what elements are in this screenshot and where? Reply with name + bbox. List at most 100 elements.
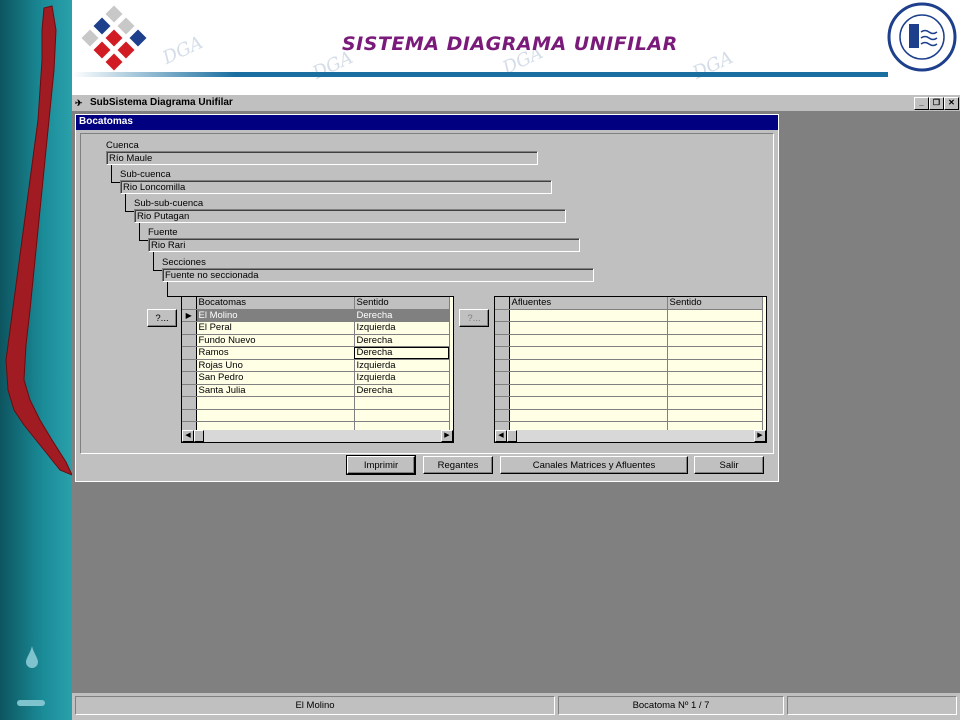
sub-cuenca-field[interactable]: Rio Loncomilla [120, 180, 552, 194]
afluentes-grid[interactable]: Afluentes Sentido ◀ ▶ [494, 296, 767, 443]
row-selector[interactable] [495, 371, 510, 385]
restore-button[interactable]: ❐ [929, 97, 944, 110]
scroll-right-icon[interactable]: ▶ [441, 430, 453, 442]
afluentes-table-row[interactable] [495, 346, 763, 360]
row-selector[interactable] [182, 384, 197, 397]
lookup-afluentes-button[interactable]: ?... [459, 309, 489, 327]
afluentes-cell[interactable] [509, 309, 668, 322]
row-selector[interactable] [182, 334, 197, 347]
bocatomas-hscrollbar[interactable]: ◀ ▶ [182, 430, 453, 442]
bocatomas-table-row[interactable] [182, 409, 450, 422]
lookup-bocatomas-button[interactable]: ?... [147, 309, 177, 327]
afluentes-table-row[interactable] [495, 409, 763, 422]
scroll-left-icon[interactable]: ◀ [182, 430, 194, 442]
bocatomas-table-row[interactable]: El Peral Izquierda [182, 321, 450, 335]
bocatomas-cell[interactable] [354, 409, 450, 422]
bocatomas-table-row[interactable] [182, 396, 450, 410]
bocatomas-cell[interactable]: El Peral [196, 321, 355, 335]
imprimir-button[interactable]: Imprimir [346, 455, 416, 475]
afluentes-cell[interactable] [667, 396, 763, 410]
bocatomas-table-row[interactable]: Fundo Nuevo Derecha [182, 334, 450, 347]
bocatomas-cell[interactable]: Derecha [354, 346, 450, 360]
row-selector[interactable] [182, 346, 197, 360]
scroll-thumb[interactable] [194, 430, 204, 442]
minimize-button[interactable]: _ [914, 97, 929, 110]
afluentes-cell[interactable] [509, 371, 668, 385]
secciones-field[interactable]: Fuente no seccionada [162, 268, 594, 282]
bocatomas-table-row[interactable]: Santa Julia Derecha [182, 384, 450, 397]
afluentes-cell[interactable] [509, 384, 668, 397]
row-selector[interactable] [182, 396, 197, 410]
row-selector[interactable] [182, 359, 197, 372]
current-row-indicator-icon[interactable]: ▶ [182, 309, 197, 322]
bocatomas-grid[interactable]: Bocatomas Sentido ▶ El Molino Derecha El Pera… [181, 296, 454, 443]
afluentes-cell[interactable] [509, 346, 668, 360]
bocatomas-table-row[interactable]: Rojas Uno Izquierda [182, 359, 450, 372]
afluentes-cell[interactable] [667, 321, 763, 335]
row-selector[interactable] [182, 371, 197, 385]
afluentes-cell[interactable] [667, 346, 763, 360]
afluentes-table-row[interactable] [495, 384, 763, 397]
bocatomas-cell[interactable] [196, 409, 355, 422]
afluentes-column-header[interactable]: Afluentes [509, 297, 668, 310]
bocatomas-table-row[interactable]: ▶ El Molino Derecha [182, 309, 450, 322]
bocatomas-cell[interactable]: Derecha [354, 309, 450, 322]
scroll-left-icon[interactable]: ◀ [495, 430, 507, 442]
row-selector[interactable] [495, 359, 510, 372]
afluentes-cell[interactable] [509, 334, 668, 347]
sub-sub-cuenca-field[interactable]: Rio Putagan [134, 209, 566, 223]
row-selector[interactable] [495, 321, 510, 335]
row-selector[interactable] [495, 396, 510, 410]
bocatomas-cell[interactable]: Izquierda [354, 371, 450, 385]
row-selector[interactable] [495, 334, 510, 347]
bocatomas-cell[interactable]: Ramos [196, 346, 355, 360]
afluentes-cell[interactable] [509, 321, 668, 335]
afluentes-hscrollbar[interactable]: ◀ ▶ [495, 430, 766, 442]
salir-button[interactable]: Salir [694, 456, 764, 474]
afluentes-cell[interactable] [509, 396, 668, 410]
row-selector[interactable] [182, 321, 197, 335]
afluentes-table-row[interactable] [495, 371, 763, 385]
cuenca-field[interactable]: Río Maule [106, 151, 538, 165]
close-button[interactable]: ✕ [944, 97, 959, 110]
regantes-button[interactable]: Regantes [423, 456, 493, 474]
scroll-right-icon[interactable]: ▶ [754, 430, 766, 442]
afluentes-cell[interactable] [509, 409, 668, 422]
bocatomas-table-row[interactable]: Ramos Derecha [182, 346, 450, 360]
afluentes-cell[interactable] [667, 309, 763, 322]
scroll-thumb[interactable] [507, 430, 517, 442]
bocatomas-cell[interactable] [354, 396, 450, 410]
afluentes-table-row[interactable] [495, 321, 763, 335]
afluentes-cell[interactable] [667, 371, 763, 385]
afluentes-table-row[interactable] [495, 359, 763, 372]
afluentes-cell[interactable] [667, 384, 763, 397]
bocatomas-column-header[interactable]: Sentido [354, 297, 450, 310]
afluentes-column-header[interactable]: Sentido [667, 297, 763, 310]
afluentes-cell[interactable] [667, 334, 763, 347]
canales-matrices-button[interactable]: Canales Matrices y Afluentes [500, 456, 688, 474]
bocatomas-cell[interactable]: Izquierda [354, 321, 450, 335]
row-selector[interactable] [495, 309, 510, 322]
row-selector[interactable] [495, 384, 510, 397]
afluentes-cell[interactable] [667, 359, 763, 372]
bocatomas-cell[interactable]: Derecha [354, 384, 450, 397]
bocatomas-cell[interactable]: Izquierda [354, 359, 450, 372]
afluentes-cell[interactable] [509, 359, 668, 372]
bocatomas-cell[interactable] [196, 396, 355, 410]
afluentes-cell[interactable] [667, 409, 763, 422]
afluentes-table-row[interactable] [495, 396, 763, 410]
afluentes-table-row[interactable] [495, 334, 763, 347]
afluentes-table-row[interactable] [495, 309, 763, 322]
row-selector[interactable] [495, 346, 510, 360]
bocatomas-table-row[interactable]: San Pedro Izquierda [182, 371, 450, 385]
fuente-field[interactable]: Rio Rari [148, 238, 580, 252]
bocatomas-cell[interactable]: Fundo Nuevo [196, 334, 355, 347]
bocatomas-column-header[interactable]: Bocatomas [196, 297, 355, 310]
bocatomas-cell[interactable]: San Pedro [196, 371, 355, 385]
row-selector[interactable] [182, 409, 197, 422]
bocatomas-cell[interactable]: Rojas Uno [196, 359, 355, 372]
bocatomas-cell[interactable]: El Molino [196, 309, 355, 322]
bocatomas-cell[interactable]: Santa Julia [196, 384, 355, 397]
row-selector[interactable] [495, 409, 510, 422]
bocatomas-cell[interactable]: Derecha [354, 334, 450, 347]
